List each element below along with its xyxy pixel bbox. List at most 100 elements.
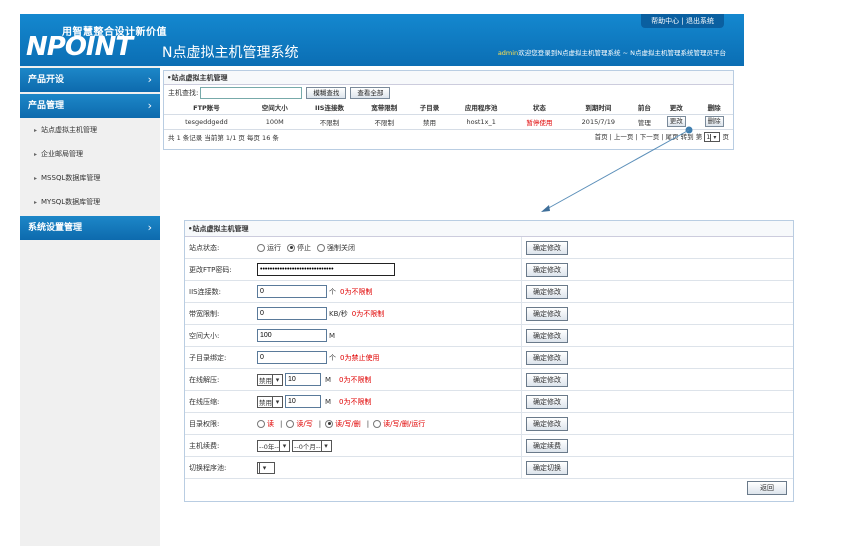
confirm-status-button[interactable]: 确定修改: [526, 241, 568, 255]
row-iis: IIS连接数: 个 0为不限制 确定修改: [185, 281, 793, 303]
row-online-zip: 在线压缩: 禁用▾ M 0为不限制 确定修改: [185, 391, 793, 413]
page-select[interactable]: 1 ▾: [704, 132, 721, 142]
perm-radio-read-write-delete[interactable]: [325, 419, 334, 428]
search-label: 主机查找:: [168, 89, 199, 97]
pager-links[interactable]: 首页 | 上一页 | 下一页 | 尾页 转到 第: [595, 133, 703, 141]
sidebar-group-system-settings[interactable]: 系统设置管理 ›: [20, 216, 160, 240]
perm-radio-full[interactable]: [373, 419, 382, 428]
chevron-down-icon: ▾: [272, 374, 282, 385]
chevron-right-icon: ›: [147, 73, 152, 86]
row-dir-permission: 目录权限: 读 | 读/写 | 读/写/删 | 读/写/删/运行 确定修改: [185, 413, 793, 435]
app-header: 用智慧整合设计新价值 NPOINT N点虚拟主机管理系统 帮助中心 | 退出系统…: [20, 14, 744, 66]
panel-title: •站点虚拟主机管理: [164, 71, 733, 85]
unzip-select[interactable]: 禁用 ▾: [257, 373, 283, 386]
col-space: 空间大小: [248, 101, 301, 115]
vhost-table: FTP账号 空间大小 IIS连接数 宽带限制 子目录 应用程序池 状态 到期时间…: [164, 101, 733, 130]
col-iis: IIS连接数: [300, 101, 359, 115]
help-center-link[interactable]: 帮助中心: [651, 17, 679, 25]
back-button[interactable]: 返回: [747, 481, 787, 495]
space-input[interactable]: [257, 329, 327, 342]
zip-size-input[interactable]: [285, 395, 321, 408]
row-ftp-password: 更改FTP密码: 确定修改: [185, 259, 793, 281]
col-front: 前台: [631, 101, 658, 115]
system-title: N点虚拟主机管理系统: [162, 45, 299, 61]
status-radio-run[interactable]: [257, 243, 265, 252]
cell-pool: host1x_1: [448, 114, 514, 130]
sidebar-item-mysql[interactable]: ▸ MYSQL数据库管理: [20, 190, 160, 214]
confirm-iis-button[interactable]: 确定修改: [526, 285, 568, 299]
fuzzy-search-button[interactable]: 模糊查找: [306, 87, 347, 99]
welcome-username: admin: [497, 49, 519, 57]
col-edit: 更改: [657, 101, 696, 115]
confirm-space-button[interactable]: 确定修改: [526, 329, 568, 343]
triangle-right-icon: ▸: [34, 127, 38, 134]
col-subdir: 子目录: [410, 101, 449, 115]
sidebar: 产品开设 › 产品管理 › ▸ 站点虚拟主机管理 ▸ 企业邮局管理 ▸ MSSQL数据库管…: [20, 66, 160, 546]
confirm-renew-button[interactable]: 确定续费: [526, 439, 568, 453]
col-status: 状态: [513, 101, 566, 115]
col-bandwidth: 宽带限制: [358, 101, 411, 115]
zip-select[interactable]: 禁用 ▾: [257, 395, 283, 408]
status-radio-stop[interactable]: [287, 243, 295, 252]
confirm-zip-button[interactable]: 确定修改: [526, 395, 568, 409]
row-pool-switch: 切换程序池: ▾ 确定切换: [185, 457, 793, 479]
ftp-password-input[interactable]: [257, 263, 395, 276]
triangle-right-icon: ▸: [34, 175, 38, 182]
view-all-button[interactable]: 查看全部: [350, 87, 391, 99]
bandwidth-input[interactable]: [257, 307, 327, 320]
confirm-subdir-button[interactable]: 确定修改: [526, 351, 568, 365]
renew-month-select[interactable]: --0个月-- ▾: [292, 439, 332, 452]
cell-iis: 不限制: [300, 114, 359, 130]
pager-row: 共 1 条记录 当前第 1/1 页 每页 16 条 首页 | 上一页 | 下一页…: [164, 130, 733, 144]
search-input[interactable]: [200, 87, 303, 99]
triangle-right-icon: ▸: [34, 151, 38, 158]
arrow-head-icon: [541, 205, 550, 212]
sidebar-group-product-open[interactable]: 产品开设 ›: [20, 68, 160, 92]
search-row: 主机查找: 模糊查找 查看全部: [164, 85, 733, 101]
top-links: 帮助中心 | 退出系统: [641, 14, 724, 28]
confirm-perm-button[interactable]: 确定修改: [526, 417, 568, 431]
col-expire: 到期时间: [565, 101, 632, 115]
confirm-unzip-button[interactable]: 确定修改: [526, 373, 568, 387]
perm-radio-read[interactable]: [257, 419, 265, 428]
confirm-password-button[interactable]: 确定修改: [526, 263, 568, 277]
renew-year-select[interactable]: --0年-- ▾: [257, 439, 291, 452]
chevron-down-icon: ▾: [710, 134, 718, 142]
cell-subdir: 禁用: [410, 114, 449, 130]
sidebar-item-mssql[interactable]: ▸ MSSQL数据库管理: [20, 166, 160, 190]
welcome-text: admin欢迎您登录到N点虚拟主机管理系统 ~ N点虚拟主机管理系统管理员平台: [497, 49, 726, 57]
table-header-row: FTP账号 空间大小 IIS连接数 宽带限制 子目录 应用程序池 状态 到期时间…: [164, 101, 733, 115]
row-site-status: 站点状态: 运行 停止 强制关闭 确定修改: [185, 237, 793, 259]
col-pool: 应用程序池: [448, 101, 514, 115]
back-row: 返回: [185, 479, 793, 495]
cell-bandwidth: 不限制: [358, 114, 411, 130]
sidebar-item-vhost[interactable]: ▸ 站点虚拟主机管理: [20, 118, 160, 142]
status-radio-force-close[interactable]: [317, 243, 325, 252]
pager: 首页 | 上一页 | 下一页 | 尾页 转到 第 1 ▾ 页: [594, 132, 729, 142]
cell-expire: 2015/7/19: [565, 114, 632, 130]
cell-account: tesgeddgedd: [164, 114, 249, 130]
perm-radio-read-write[interactable]: [286, 419, 295, 428]
record-summary: 共 1 条记录 当前第 1/1 页 每页 16 条: [168, 133, 279, 142]
manage-link[interactable]: 管理: [631, 114, 658, 130]
logout-link[interactable]: 退出系统: [686, 17, 714, 25]
delete-button[interactable]: 删除: [704, 116, 724, 127]
chevron-down-icon: ▾: [259, 462, 269, 473]
chevron-down-icon: ▾: [279, 440, 289, 451]
row-space: 空间大小: M 确定修改: [185, 325, 793, 347]
cell-status: 暂停使用: [513, 114, 566, 130]
sidebar-item-mail[interactable]: ▸ 企业邮局管理: [20, 142, 160, 166]
row-subdir: 子目录绑定: 个 0为禁止使用 确定修改: [185, 347, 793, 369]
npoint-logo: NPOINT: [26, 32, 133, 62]
row-bandwidth: 带宽限制: KB/秒 0为不限制 确定修改: [185, 303, 793, 325]
pool-select[interactable]: ▾: [257, 461, 275, 474]
sidebar-group-product-manage[interactable]: 产品管理 ›: [20, 94, 160, 118]
subdir-input[interactable]: [257, 351, 327, 364]
confirm-bandwidth-button[interactable]: 确定修改: [526, 307, 568, 321]
chevron-down-icon: ▾: [272, 396, 282, 407]
iis-input[interactable]: [257, 285, 327, 298]
confirm-pool-button[interactable]: 确定切换: [526, 461, 568, 475]
vhost-edit-panel: •站点虚拟主机管理 站点状态: 运行 停止 强制关闭 确定修改 更改FTP密码:…: [184, 220, 794, 502]
edit-button[interactable]: 更改: [666, 116, 686, 127]
unzip-size-input[interactable]: [285, 373, 321, 386]
